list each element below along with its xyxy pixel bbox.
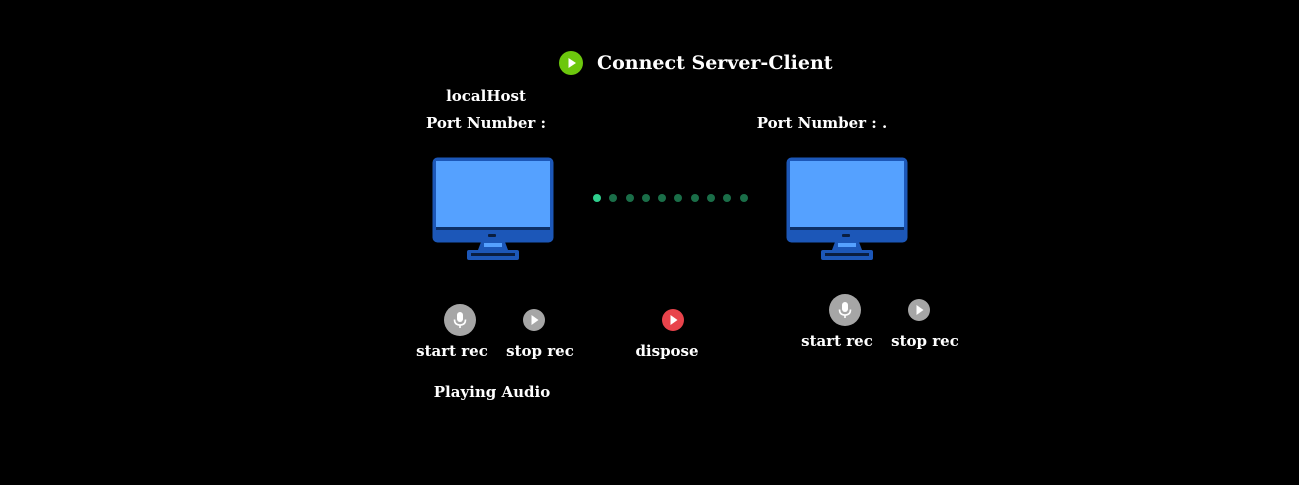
play-icon (531, 315, 539, 325)
connection-dot (641, 194, 650, 202)
server-status-text: Playing Audio (433, 383, 551, 401)
connection-dot (674, 194, 683, 202)
client-start-rec-button[interactable] (829, 294, 861, 326)
server-start-rec-button[interactable] (444, 304, 476, 336)
connection-dot (658, 194, 667, 202)
connection-dot (609, 194, 618, 202)
server-monitor-icon (432, 157, 554, 260)
server-start-rec-label: start rec (416, 342, 488, 360)
play-icon (670, 315, 678, 325)
connection-dot (593, 194, 601, 202)
connection-dot (739, 194, 748, 202)
connection-dot (690, 194, 699, 202)
dispose-label: dispose (635, 342, 699, 360)
connect-title: Connect Server-Client (597, 52, 833, 74)
client-stop-rec-label: stop rec (891, 332, 959, 350)
connection-dot (625, 194, 634, 202)
connection-progress-dots (593, 194, 748, 202)
client-monitor-icon (786, 157, 908, 260)
connection-dot (707, 194, 716, 202)
connection-dot (723, 194, 732, 202)
client-stop-rec-button[interactable] (908, 299, 930, 321)
microphone-icon (453, 312, 467, 328)
server-stop-rec-button[interactable] (523, 309, 545, 331)
app-stage: Connect Server-Client localHost Port Num… (0, 0, 1299, 485)
client-start-rec-label: start rec (801, 332, 873, 350)
server-port-label: Port Number : (425, 114, 547, 132)
play-icon (916, 305, 924, 315)
microphone-icon (838, 302, 852, 318)
client-port-label: Port Number : . (756, 114, 888, 132)
server-stop-rec-label: stop rec (506, 342, 574, 360)
dispose-button[interactable] (662, 309, 684, 331)
server-host-label: localHost (446, 87, 526, 105)
connect-button[interactable]: Connect Server-Client (559, 51, 833, 75)
play-icon (559, 51, 583, 75)
